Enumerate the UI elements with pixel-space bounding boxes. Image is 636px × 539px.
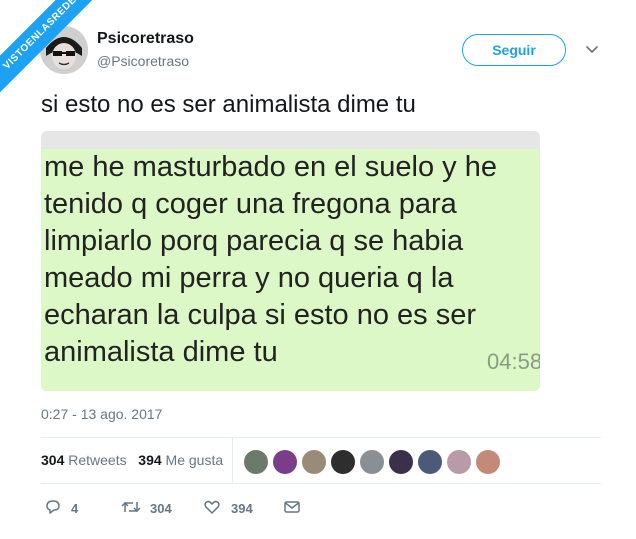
chevron-down-icon[interactable] [583,40,601,58]
direct-message-button[interactable] [283,498,303,518]
retweet-count: 304 [150,501,172,516]
tweet-timestamp[interactable]: 0:27 - 13 ago. 2017 [41,406,162,422]
liker-avatar[interactable] [476,450,500,474]
liker-avatar[interactable] [447,450,471,474]
divider [41,483,601,484]
follow-button[interactable]: Seguir [462,34,566,66]
like-button[interactable]: 394 [203,498,259,518]
liker-avatar[interactable] [273,450,297,474]
reply-count: 4 [71,501,79,516]
liker-avatar[interactable] [244,450,268,474]
chat-message-text: me he masturbado en el suelo y he tenido… [44,151,497,368]
liker-avatar[interactable] [302,450,326,474]
engagement-stats: 304 Retweets 394 Me gusta [41,452,223,468]
author-name[interactable]: Psicoretraso [97,30,194,48]
tweet-media-image[interactable]: me he masturbado en el suelo y he tenido… [41,131,540,391]
retweet-button[interactable]: 304 [121,498,177,518]
retweet-icon [121,501,141,513]
liker-avatar[interactable] [418,450,442,474]
reply-icon [46,500,60,514]
author-handle[interactable]: @Psicoretraso [97,53,189,69]
retweets-count[interactable]: 304 [41,452,64,468]
liker-avatar[interactable] [331,450,355,474]
tweet-text: si esto no es ser animalista dime tu [41,91,416,118]
chat-message-time: 04:58 [487,349,540,374]
heart-icon [204,500,220,514]
like-count: 394 [231,501,253,516]
envelope-icon [284,501,300,513]
divider [41,437,601,438]
liker-avatar[interactable] [360,450,384,474]
likes-count[interactable]: 394 [138,452,161,468]
divider [232,437,233,483]
retweets-label[interactable]: Retweets [68,452,126,468]
chat-bubble: me he masturbado en el suelo y he tenido… [41,149,540,391]
likes-label[interactable]: Me gusta [166,452,224,468]
reply-button[interactable]: 4 [44,498,84,518]
liker-avatar[interactable] [389,450,413,474]
